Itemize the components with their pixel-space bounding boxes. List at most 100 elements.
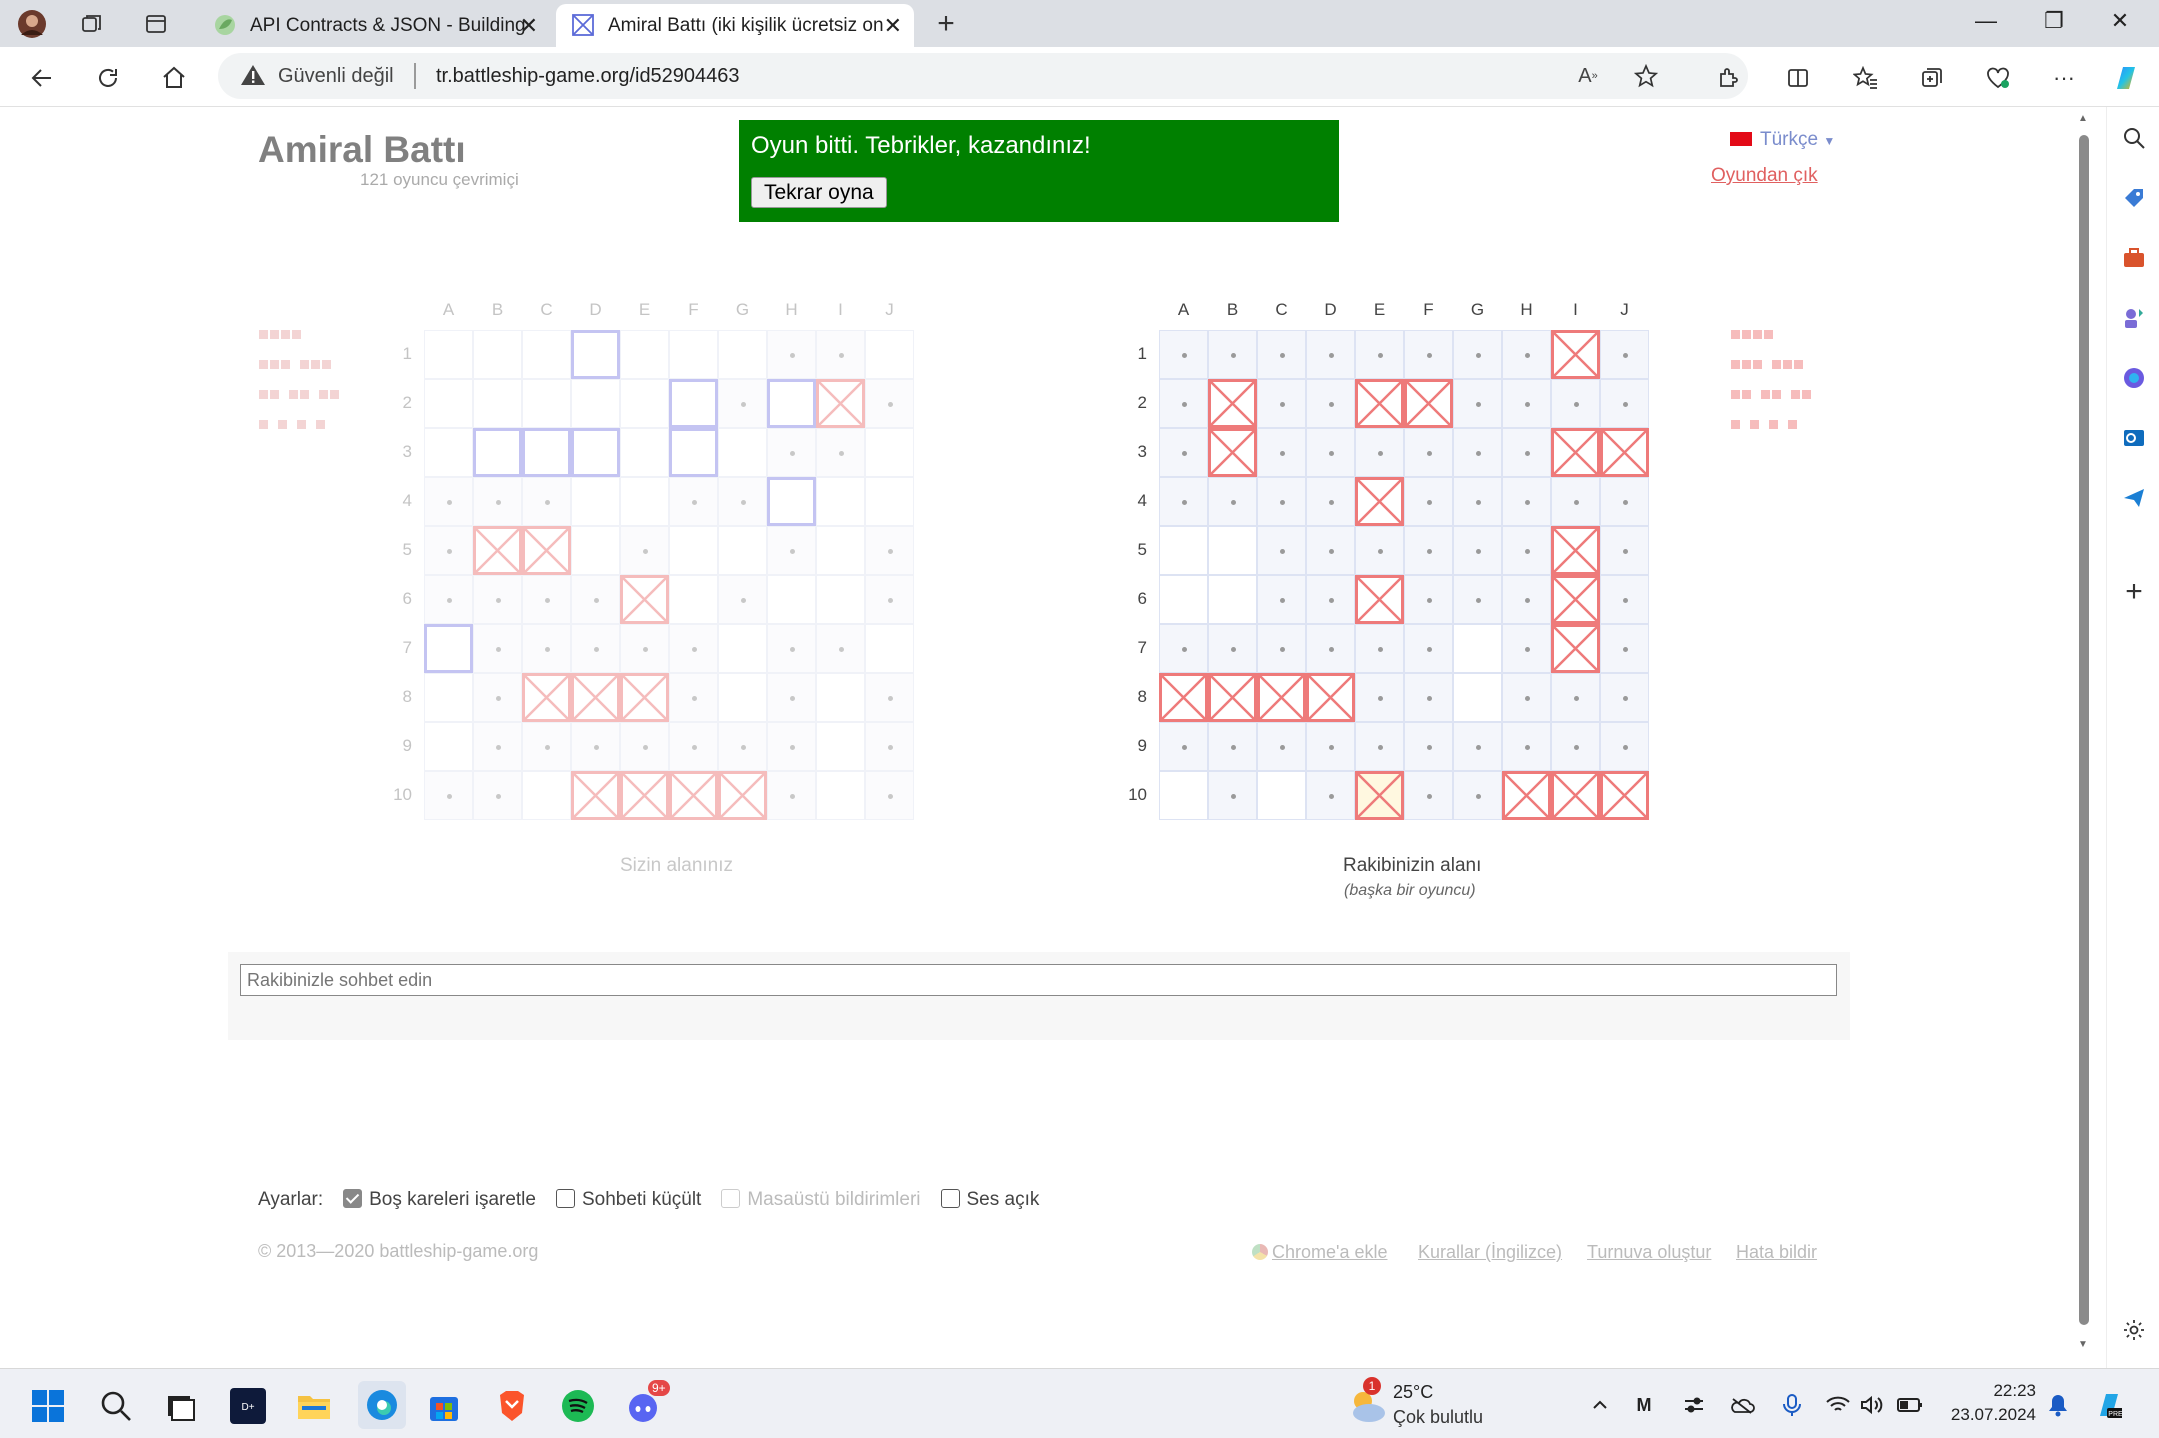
board-cell[interactable] [1453,379,1502,428]
board-cell[interactable] [1208,330,1257,379]
read-aloud-icon[interactable]: A» [1572,60,1604,92]
microsoft365-icon[interactable] [2119,363,2149,393]
chevron-up-icon[interactable] [1586,1391,1614,1419]
board-cell[interactable] [1306,526,1355,575]
board-cell[interactable] [1257,379,1306,428]
warning-icon[interactable] [240,63,266,87]
board-cell[interactable] [1600,379,1649,428]
more-options-icon[interactable]: ··· [2048,62,2080,94]
board-cell[interactable] [1551,477,1600,526]
board-cell[interactable] [1551,330,1600,379]
board-cell[interactable] [1502,428,1551,477]
board-cell[interactable] [1257,428,1306,477]
board-cell[interactable] [1159,771,1208,820]
favorites-icon[interactable] [1850,62,1882,94]
board-cell[interactable] [1453,330,1502,379]
board-cell[interactable] [1404,526,1453,575]
board-cell[interactable] [1600,673,1649,722]
board-cell[interactable] [1355,575,1404,624]
board-cell[interactable] [1404,624,1453,673]
board-cell[interactable] [1502,477,1551,526]
tools-briefcase-icon[interactable] [2119,243,2149,273]
extensions-icon[interactable] [1712,62,1744,94]
tab-amiral-batti[interactable]: Amiral Battı (iki kişilik ücretsiz on ✕ [556,4,914,47]
mark-empty-option[interactable]: Boş kareleri işaretle [343,1189,536,1211]
board-cell[interactable] [1404,379,1453,428]
shopping-tag-icon[interactable] [2119,183,2149,213]
close-window-icon[interactable]: ✕ [2100,8,2140,34]
tab-api-contracts[interactable]: API Contracts & JSON - Building ✕ [198,4,550,47]
board-cell[interactable] [1551,428,1600,477]
board-cell[interactable] [1306,771,1355,820]
settings-gear-icon[interactable] [2119,1315,2149,1345]
board-cell[interactable] [1502,379,1551,428]
board-cell[interactable] [1208,526,1257,575]
scrollbar-thumb[interactable] [2079,135,2089,1325]
board-cell[interactable] [1551,673,1600,722]
board-cell[interactable] [1159,526,1208,575]
board-cell[interactable] [1551,575,1600,624]
board-cell[interactable] [1159,477,1208,526]
board-cell[interactable] [1355,673,1404,722]
profile-avatar[interactable] [16,8,48,40]
browser-essentials-icon[interactable] [1982,62,2014,94]
scroll-down-icon[interactable]: ▼ [2078,1339,2088,1350]
board-cell[interactable] [1551,624,1600,673]
board-cell[interactable] [1551,771,1600,820]
board-cell[interactable] [1453,575,1502,624]
discord-icon[interactable]: 9+ [624,1380,670,1426]
board-cell[interactable] [1355,379,1404,428]
checkbox[interactable] [940,1189,960,1208]
board-cell[interactable] [1404,771,1453,820]
tray-sliders-icon[interactable] [1680,1391,1708,1419]
close-tab-icon[interactable]: ✕ [520,13,538,39]
board-cell[interactable] [1257,673,1306,722]
board-cell[interactable] [1502,624,1551,673]
sound-option[interactable]: Ses açık [940,1189,1039,1211]
onedrive-icon[interactable] [1728,1391,1756,1419]
tray-app-icon[interactable]: M [1630,1391,1658,1419]
board-cell[interactable] [1159,379,1208,428]
board-cell[interactable] [1600,624,1649,673]
rules-link[interactable]: Kurallar (İngilizce) [1418,1242,1562,1263]
search-icon[interactable] [2119,123,2149,153]
board-cell[interactable] [1600,428,1649,477]
back-icon[interactable] [24,60,60,96]
board-cell[interactable] [1551,722,1600,771]
scroll-up-icon[interactable]: ▲ [2078,113,2088,124]
board-cell[interactable] [1306,428,1355,477]
board-cell[interactable] [1257,330,1306,379]
send-icon[interactable] [2119,483,2149,513]
edge-taskbar-icon[interactable] [358,1381,406,1429]
board-cell[interactable] [1208,771,1257,820]
board-cell[interactable] [1257,722,1306,771]
board-cell[interactable] [1159,428,1208,477]
board-cell[interactable] [1159,330,1208,379]
board-cell[interactable] [1159,722,1208,771]
checkbox[interactable] [343,1189,363,1208]
board-cell[interactable] [1502,722,1551,771]
board-cell[interactable] [1306,379,1355,428]
windows-start-icon[interactable] [28,1386,68,1426]
board-cell[interactable] [1551,379,1600,428]
leave-game-link[interactable]: Oyundan çık [1711,165,1818,187]
notifications-bell-icon[interactable] [2044,1391,2072,1419]
board-cell[interactable] [1208,673,1257,722]
board-cell[interactable] [1257,624,1306,673]
board-cell[interactable] [1208,575,1257,624]
report-bug-link[interactable]: Hata bildir [1736,1242,1817,1263]
board-cell[interactable] [1306,477,1355,526]
board-cell[interactable] [1404,477,1453,526]
board-cell[interactable] [1404,673,1453,722]
board-cell[interactable] [1404,722,1453,771]
chat-input[interactable] [240,964,1837,996]
board-cell[interactable] [1600,771,1649,820]
board-cell[interactable] [1502,575,1551,624]
file-explorer-icon[interactable] [294,1386,334,1426]
board-cell[interactable] [1453,428,1502,477]
board-cell[interactable] [1159,673,1208,722]
board-cell[interactable] [1600,330,1649,379]
volume-icon[interactable] [1858,1391,1886,1419]
refresh-icon[interactable] [90,60,126,96]
board-cell[interactable] [1600,526,1649,575]
